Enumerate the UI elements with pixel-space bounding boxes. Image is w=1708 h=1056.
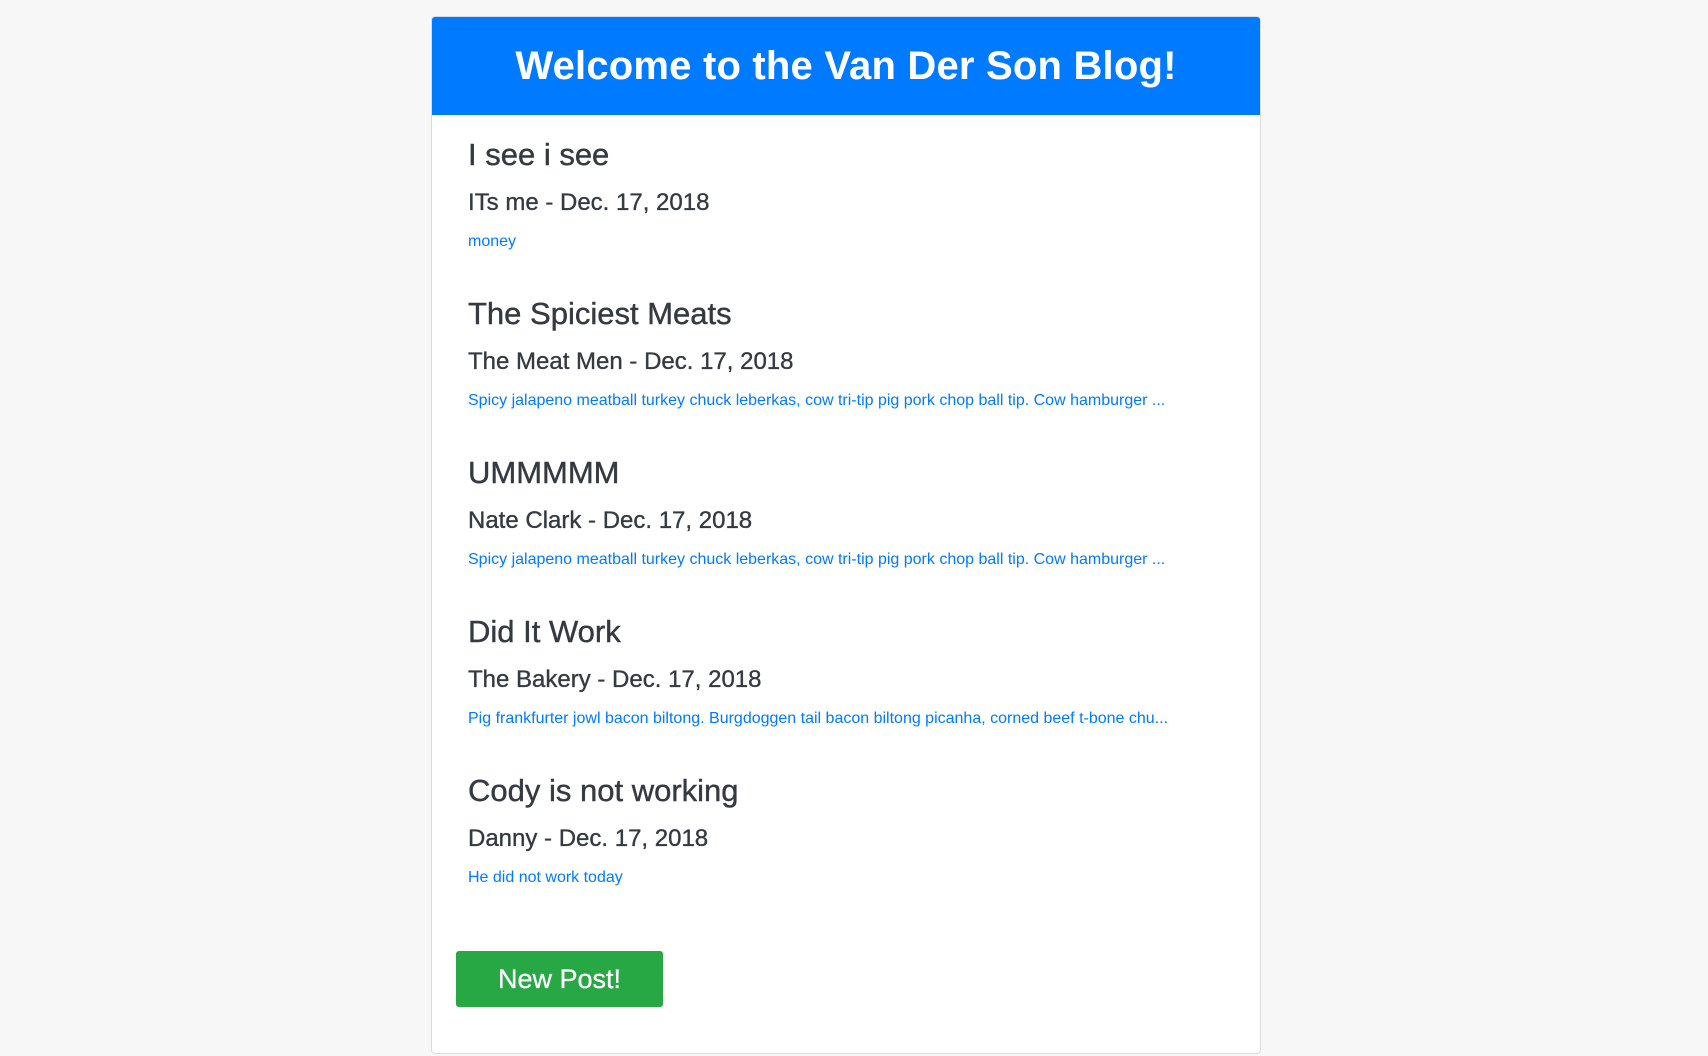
post-excerpt-link[interactable]: He did not work today	[468, 869, 623, 887]
post-author-date: ITs me - Dec. 17, 2018	[468, 189, 710, 216]
post-title: I see i see	[468, 137, 610, 172]
post-title: Did It Work	[468, 614, 621, 649]
post-item: The Spiciest Meats The Meat Men - Dec. 1…	[468, 274, 1224, 433]
post-author-date: The Bakery - Dec. 17, 2018	[468, 666, 762, 693]
post-author-date: Danny - Dec. 17, 2018	[468, 825, 709, 852]
post-item: Did It Work The Bakery - Dec. 17, 2018 P…	[468, 592, 1224, 751]
post-title: UMMMMM	[468, 455, 620, 490]
post-item: UMMMMM Nate Clark - Dec. 17, 2018 Spicy …	[468, 433, 1224, 592]
post-author-date: Nate Clark - Dec. 17, 2018	[468, 507, 753, 534]
post-list: I see i see ITs me - Dec. 17, 2018 money…	[432, 115, 1260, 910]
page-title: Welcome to the Van Der Son Blog!	[515, 43, 1177, 88]
blog-card: Welcome to the Van Der Son Blog! I see i…	[431, 16, 1261, 1054]
new-post-button[interactable]: New Post!	[456, 951, 663, 1007]
post-excerpt-link[interactable]: money	[468, 233, 516, 251]
post-title: The Spiciest Meats	[468, 296, 732, 331]
blog-header: Welcome to the Van Der Son Blog!	[432, 17, 1260, 115]
post-item: I see i see ITs me - Dec. 17, 2018 money	[468, 115, 1224, 274]
post-excerpt-link[interactable]: Spicy jalapeno meatball turkey chuck leb…	[468, 551, 1165, 569]
post-author-date: The Meat Men - Dec. 17, 2018	[468, 348, 794, 375]
post-excerpt-link[interactable]: Pig frankfurter jowl bacon biltong. Burg…	[468, 710, 1168, 728]
post-item: Cody is not working Danny - Dec. 17, 201…	[468, 751, 1224, 910]
post-title: Cody is not working	[468, 773, 739, 808]
post-excerpt-link[interactable]: Spicy jalapeno meatball turkey chuck leb…	[468, 392, 1165, 410]
